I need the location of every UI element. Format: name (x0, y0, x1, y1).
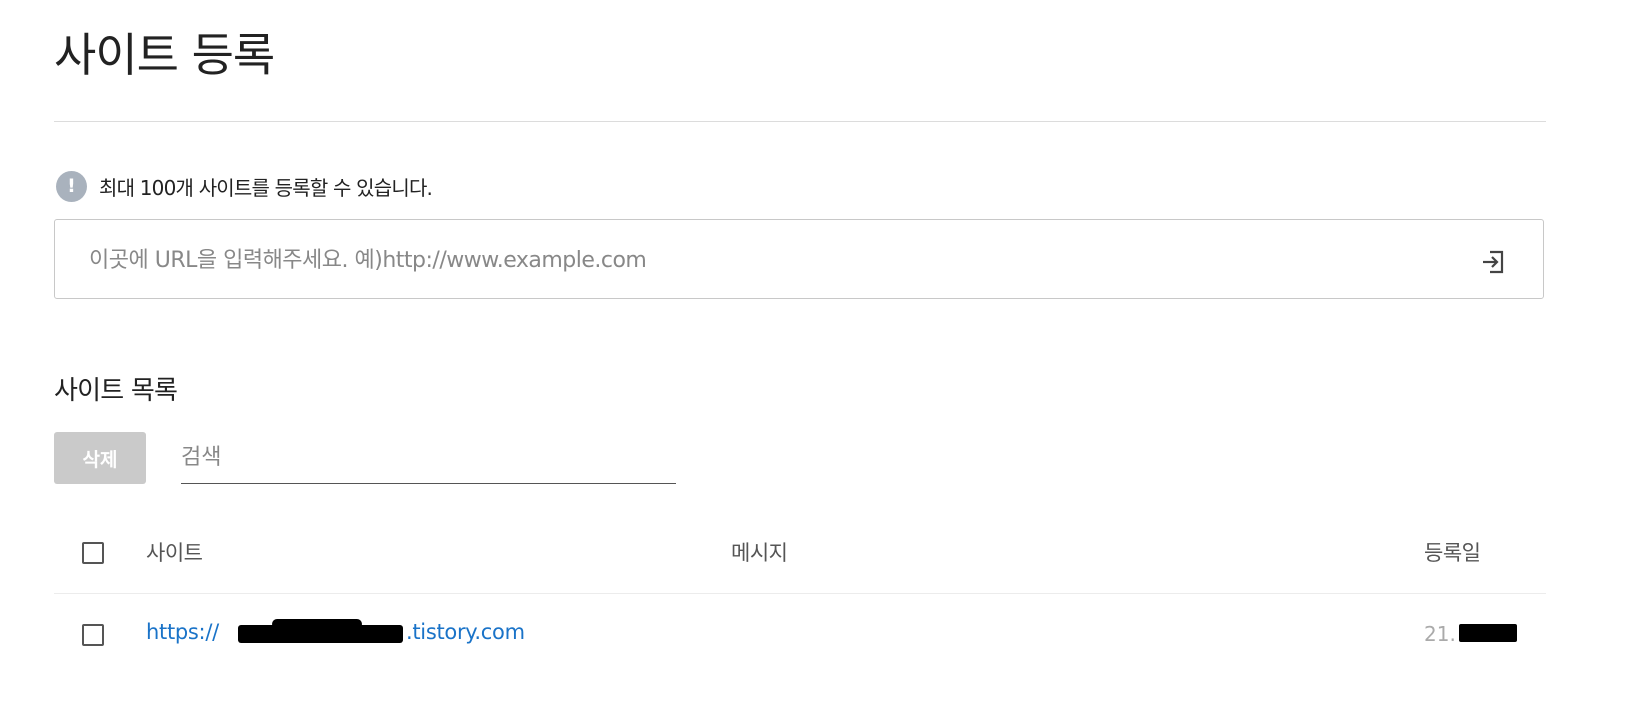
page-title: 사이트 등록 (54, 28, 275, 82)
table-row: https:// .tistory.com 21. (54, 594, 1546, 674)
title-divider (54, 121, 1546, 122)
enter-icon[interactable] (1479, 248, 1507, 276)
notice: ! 최대 100개 사이트를 등록할 수 있습니다. (56, 170, 433, 202)
redaction-mark (272, 619, 362, 629)
site-registration-page: 사이트 등록 ! 최대 100개 사이트를 등록할 수 있습니다. 사이트 목록… (0, 0, 1627, 716)
site-link-suffix[interactable]: .tistory.com (406, 620, 525, 644)
select-all-checkbox[interactable] (82, 542, 104, 564)
search-input[interactable] (181, 432, 676, 484)
column-header-site: 사이트 (146, 541, 203, 565)
exclamation-icon: ! (56, 170, 87, 202)
registration-date: 21. (1424, 622, 1456, 646)
site-link[interactable]: https:// (146, 620, 219, 644)
row-checkbox[interactable] (82, 624, 104, 646)
redaction-mark (1459, 624, 1517, 642)
notice-text: 최대 100개 사이트를 등록할 수 있습니다. (99, 175, 433, 200)
delete-button[interactable]: 삭제 (54, 432, 146, 484)
column-header-message: 메시지 (731, 541, 788, 565)
table-header: 사이트 메시지 등록일 (54, 520, 1546, 594)
column-header-date: 등록일 (1424, 541, 1481, 565)
url-form (54, 219, 1544, 299)
site-list-title: 사이트 목록 (54, 376, 178, 406)
url-input[interactable] (87, 238, 1451, 282)
